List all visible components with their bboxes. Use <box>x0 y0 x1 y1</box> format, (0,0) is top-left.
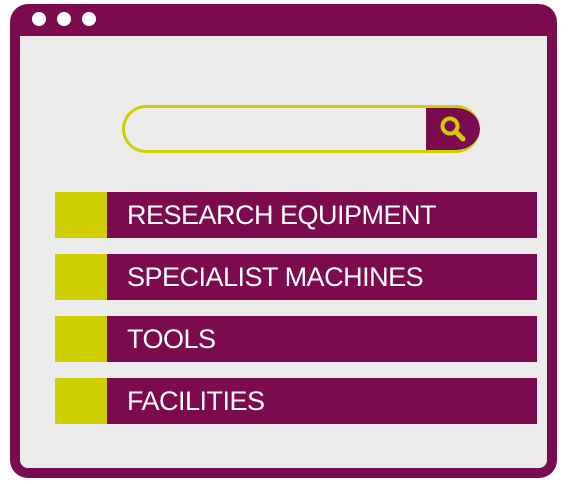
menu-item-swatch <box>55 192 107 238</box>
menu-item-research-equipment[interactable]: RESEARCH EQUIPMENT <box>55 192 537 238</box>
category-menu: RESEARCH EQUIPMENT SPECIALIST MACHINES T… <box>55 192 537 440</box>
window-dot-2[interactable] <box>57 12 71 26</box>
menu-item-specialist-machines[interactable]: SPECIALIST MACHINES <box>55 254 537 300</box>
menu-item-bar: TOOLS <box>107 316 537 362</box>
window-dot-1[interactable] <box>32 12 46 26</box>
menu-item-facilities[interactable]: FACILITIES <box>55 378 537 424</box>
search-button[interactable] <box>426 108 480 150</box>
menu-item-bar: RESEARCH EQUIPMENT <box>107 192 537 238</box>
menu-item-bar: SPECIALIST MACHINES <box>107 254 537 300</box>
menu-item-swatch <box>55 378 107 424</box>
menu-item-label: SPECIALIST MACHINES <box>127 261 424 292</box>
menu-item-bar: FACILITIES <box>107 378 537 424</box>
search-icon <box>440 116 466 142</box>
search-input[interactable] <box>125 108 426 150</box>
menu-item-swatch <box>55 316 107 362</box>
window-dot-3[interactable] <box>82 12 96 26</box>
menu-item-swatch <box>55 254 107 300</box>
menu-item-tools[interactable]: TOOLS <box>55 316 537 362</box>
menu-item-label: TOOLS <box>127 323 216 354</box>
menu-item-label: RESEARCH EQUIPMENT <box>127 199 437 230</box>
window-controls <box>32 12 96 26</box>
search-bar <box>122 105 480 153</box>
menu-item-label: FACILITIES <box>127 385 265 416</box>
